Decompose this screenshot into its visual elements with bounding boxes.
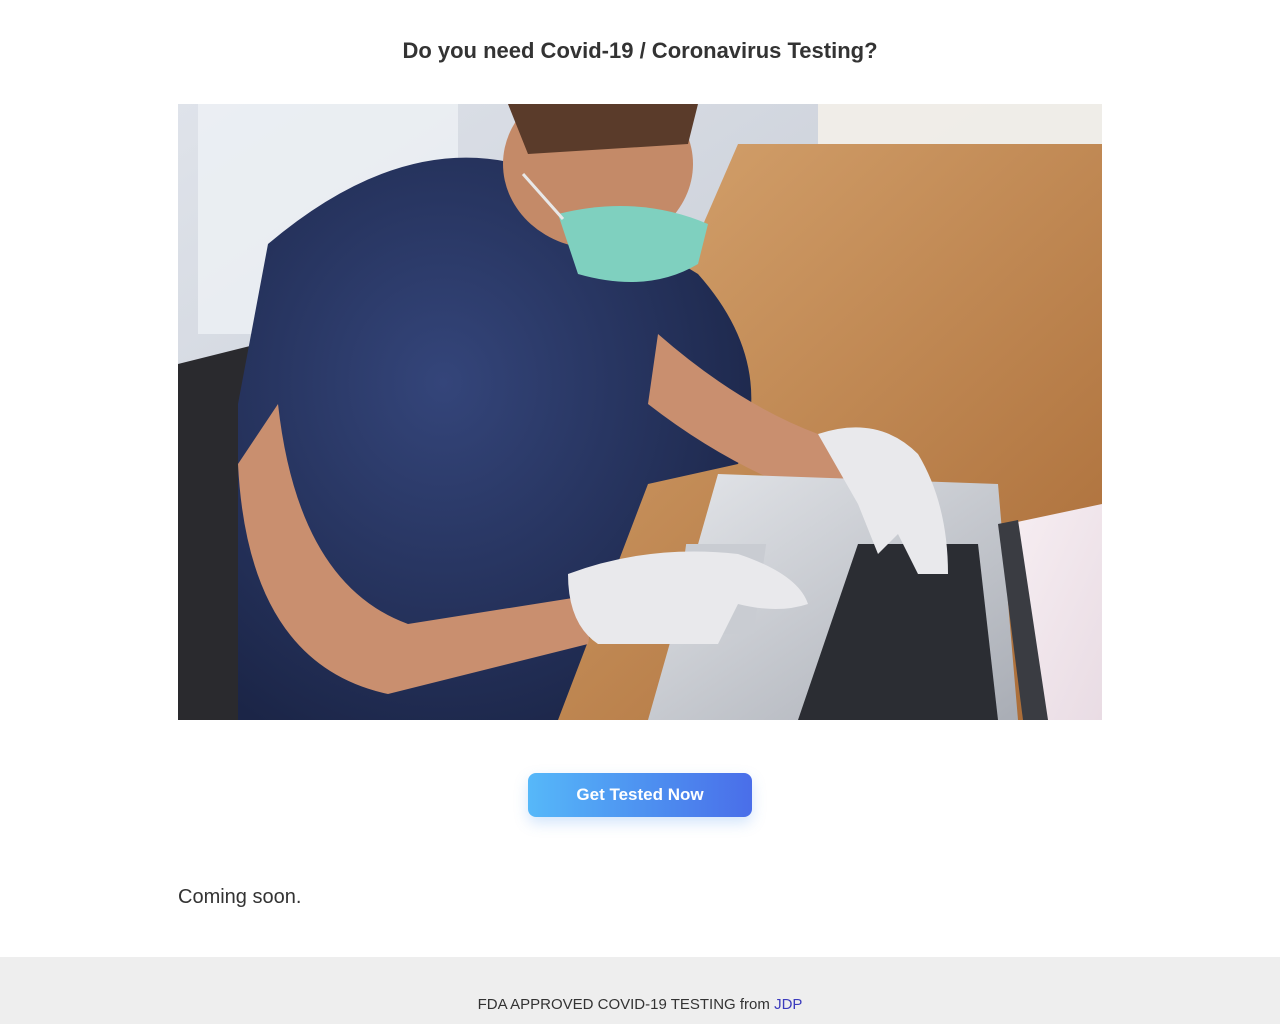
footer-text: FDA APPROVED COVID-19 TESTING from (477, 996, 770, 1013)
page-title: Do you need Covid-19 / Coronavirus Testi… (402, 38, 878, 63)
footer-jdp-link[interactable]: JDP (774, 996, 802, 1013)
hero-image (178, 104, 1102, 720)
footer: FDA APPROVED COVID-19 TESTING from JDP (0, 957, 1280, 1024)
hero-photo-illustration (178, 104, 1102, 720)
cta-container: Get Tested Now (0, 773, 1280, 817)
get-tested-button[interactable]: Get Tested Now (528, 773, 752, 817)
page: Do you need Covid-19 / Coronavirus Testi… (0, 0, 1280, 1024)
footer-text-line: FDA APPROVED COVID-19 TESTING from JDP (0, 996, 1280, 1014)
coming-soon-text: Coming soon. (178, 886, 302, 908)
